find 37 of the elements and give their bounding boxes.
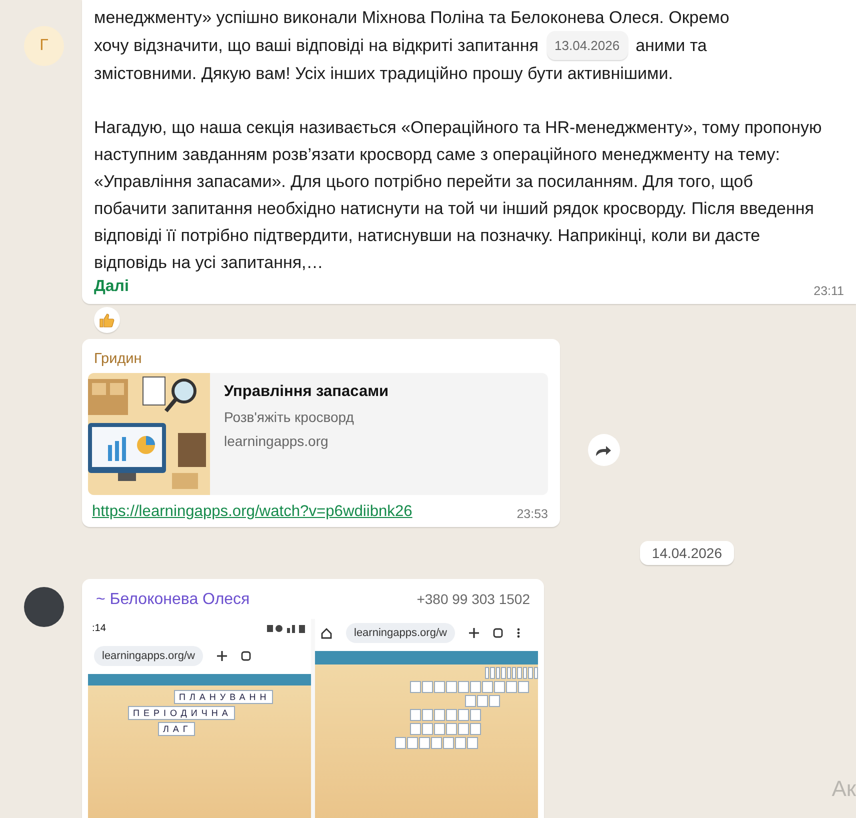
home-icon xyxy=(321,628,332,638)
preview-domain: learningapps.org xyxy=(224,433,330,449)
sender-name: ~ Белоконева Олеся xyxy=(96,591,250,609)
forward-button[interactable] xyxy=(588,434,620,466)
tabs-icon xyxy=(240,651,251,661)
crossword-word: ПЛАНУВАНН xyxy=(174,690,274,704)
url-field[interactable]: learningapps.org/w xyxy=(94,646,203,666)
crossword-word: ПЕРІОДИЧНА xyxy=(128,706,235,720)
status-time: :14 xyxy=(92,623,106,634)
avatar: Г xyxy=(24,26,64,66)
message-time: 23:11 xyxy=(814,284,844,298)
url-field[interactable]: learningapps.org/w xyxy=(346,623,455,643)
link-preview-card[interactable]: Управління запасами Розв'яжіть кросворд learningapps.org xyxy=(88,373,548,495)
message-text: змістовними. Дякую вам! Усіх інших традиційно прошу бути активнішими. xyxy=(94,64,673,83)
phone-number: +380 99 303 1502 xyxy=(416,591,530,609)
message-text: менеджменту» успішно виконали Міхнова Поліна та Белоконева Олеся. Окремо xyxy=(94,8,730,27)
thumbs-up-icon xyxy=(99,312,115,328)
screenshot-image[interactable]: :14 learningapps.org/w ПЛАНУВАНН ПЕРІОДИЧНА ЛАГ xyxy=(88,619,311,818)
read-more-link[interactable]: Далі xyxy=(94,276,129,298)
plus-icon xyxy=(468,628,479,638)
preview-title: Управління запасами xyxy=(224,383,389,401)
status-icons xyxy=(267,624,307,633)
date-label: 13.04.2026 xyxy=(546,31,628,60)
message-text: хочу відзначити, що ваші відповіді на відкриті запитання xyxy=(94,35,539,57)
screenshot-image[interactable]: learningapps.org/w xyxy=(315,619,538,818)
date-label: 14.04.2026 xyxy=(640,541,734,565)
tabs-icon xyxy=(492,628,503,638)
avatar xyxy=(24,587,64,627)
message-text: Нагадую, що наша секція називається «Операційного та HR-менеджменту», тому пропоную наступним завданням розв’язати кросворд саме з операційного менеджменту на тему: «Управління запасами». Для цього потрібно перейти за посиланням. Для того, щоб побачити запитання необхідно натиснути на той чи інший рядок кросворду. Після введення відповіді її потрібно підтвердити, натиснувши на позначку. Наприкінці, коли ви дасте відповідь на усі запитання,… xyxy=(94,117,823,274)
more-icon xyxy=(516,628,520,638)
crossword-word: ЛАГ xyxy=(158,722,195,736)
plus-icon xyxy=(216,651,227,661)
preview-description: Розв'яжіть кросворд xyxy=(224,409,355,425)
message-time: 23:53 xyxy=(516,507,548,521)
url-link[interactable]: https://learningapps.org/watch?v=p6wdiibnk26 xyxy=(88,495,412,521)
sender-name: Гридин xyxy=(93,350,143,369)
message-text: аними та xyxy=(636,35,707,57)
